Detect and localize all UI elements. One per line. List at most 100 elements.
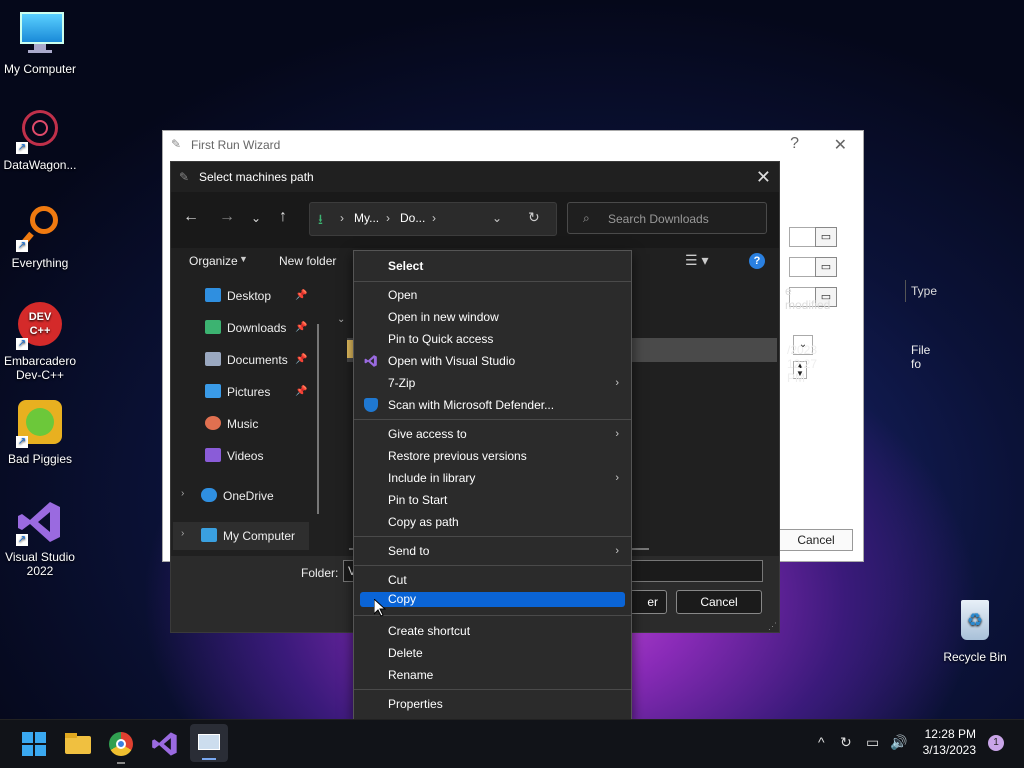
notification-badge[interactable]: 1 — [988, 735, 1004, 751]
file-explorer-icon[interactable] — [64, 730, 92, 758]
breadcrumb-downloads[interactable]: Do... — [400, 211, 425, 225]
cancel-button[interactable]: Cancel — [779, 529, 853, 551]
chevron-up-icon[interactable]: ^ — [818, 734, 825, 750]
menu-item-label: Create shortcut — [388, 624, 471, 638]
context-menu: Select Open Open in new window Pin to Qu… — [353, 250, 632, 721]
menu-item-7zip[interactable]: 7-Zip › — [354, 372, 631, 394]
pin-icon: 📌 — [295, 322, 308, 333]
breadcrumb-my-computer[interactable]: My... — [354, 211, 379, 225]
close-button[interactable]: ✕ — [834, 135, 847, 155]
desktop-icon-bad-piggies[interactable]: ↗ Bad Piggies — [0, 400, 80, 466]
chevron-right-icon: › — [615, 428, 619, 440]
visual-studio-icon[interactable] — [151, 730, 179, 758]
desktop-icon-label: Recycle Bin — [943, 650, 1007, 664]
refresh-icon[interactable]: ↻ — [528, 209, 540, 226]
pin-icon: 📌 — [295, 354, 308, 365]
menu-item-create-shortcut[interactable]: Create shortcut — [354, 620, 631, 642]
tree-item-documents[interactable]: Documents — [205, 352, 288, 367]
menu-separator — [354, 281, 631, 282]
volume-icon[interactable]: 🔊 — [890, 734, 907, 751]
start-button-windows-icon[interactable] — [20, 730, 48, 758]
menu-item-pin-quick-access[interactable]: Pin to Quick access — [354, 328, 631, 350]
menu-header-select[interactable]: Select — [354, 255, 631, 277]
downloads-icon: ⭳ — [318, 211, 323, 227]
menu-item-properties[interactable]: Properties — [354, 693, 631, 715]
tree-item-desktop[interactable]: Desktop — [205, 288, 271, 303]
menu-item-label: 7-Zip — [388, 376, 416, 390]
wand-icon: ✎ — [171, 137, 182, 151]
menu-item-label: Send to — [388, 544, 430, 558]
forward-arrow-icon[interactable]: → — [219, 208, 235, 226]
new-folder-button[interactable]: New folder — [279, 254, 336, 268]
menu-item-label: Open in new window — [388, 310, 499, 324]
chrome-icon[interactable] — [107, 730, 135, 764]
menu-item-copy-as-path[interactable]: Copy as path — [354, 511, 631, 533]
folder-browse-icon[interactable]: ▭ — [815, 227, 837, 247]
desktop-icon-devcpp[interactable]: DEV C++ ↗ Embarcadero Dev-C++ — [0, 302, 80, 382]
address-bar[interactable]: ⭳ › My... › Do... › ⌄ ↻ — [309, 202, 557, 236]
menu-item-open-new-window[interactable]: Open in new window — [354, 306, 631, 328]
view-options-icon[interactable]: ☰ ▾ — [685, 252, 708, 269]
help-button[interactable]: ? — [790, 135, 799, 153]
search-input[interactable]: Search Downloads — [567, 202, 767, 234]
documents-icon — [205, 352, 221, 366]
column-header-modified[interactable]: e modified — [785, 284, 830, 312]
desktop-icon-my-computer[interactable]: My Computer — [0, 10, 80, 76]
desktop-icon-label: DataWagon... — [3, 158, 77, 172]
desktop-icon-datawagon[interactable]: ↗ DataWagon... — [0, 106, 80, 172]
menu-item-include-library[interactable]: Include in library › — [354, 467, 631, 489]
organize-button[interactable]: Organize — [189, 254, 238, 268]
folder-browse-icon[interactable]: ▭ — [815, 257, 837, 277]
menu-item-copy[interactable]: Copy — [360, 592, 625, 607]
chevron-down-icon[interactable]: ⌄ — [492, 211, 502, 225]
navigation-bar: ← → ⌄ ↑ ⭳ › My... › Do... › ⌄ ↻ Search D… — [171, 192, 779, 248]
desktop-icon-visual-studio[interactable]: ↗ Visual Studio 2022 — [0, 498, 80, 578]
tree-scrollbar[interactable] — [317, 324, 319, 514]
menu-item-pin-start[interactable]: Pin to Start — [354, 489, 631, 511]
desktop-icon-label: Embarcadero Dev-C++ — [3, 354, 77, 382]
desktop-icon-everything[interactable]: ↗ Everything — [0, 204, 80, 270]
help-icon[interactable]: ? — [749, 253, 765, 269]
sync-icon[interactable]: ↻ — [840, 734, 852, 751]
network-icon[interactable]: ▭ — [866, 734, 879, 751]
tree-item-my-computer[interactable]: My Computer — [201, 528, 295, 543]
shield-icon — [364, 398, 378, 412]
back-arrow-icon[interactable]: ← — [183, 208, 199, 226]
desktop-icon-recycle-bin[interactable]: ♻ Recycle Bin — [935, 598, 1015, 664]
cancel-button[interactable]: Cancel — [676, 590, 762, 614]
column-header-type[interactable]: Type — [911, 284, 937, 298]
menu-item-open-visual-studio[interactable]: Open with Visual Studio — [354, 350, 631, 372]
tree-item-pictures[interactable]: Pictures — [205, 384, 270, 399]
window-title: First Run Wizard — [191, 138, 281, 152]
close-button[interactable]: ✕ — [756, 162, 771, 192]
menu-item-delete[interactable]: Delete — [354, 642, 631, 664]
menu-item-send-to[interactable]: Send to › — [354, 540, 631, 562]
app-window-icon[interactable] — [190, 724, 228, 762]
tree-item-downloads[interactable]: Downloads — [205, 320, 286, 335]
breadcrumb-sep: › — [340, 211, 344, 225]
menu-item-rename[interactable]: Rename — [354, 664, 631, 686]
tree-item-music[interactable]: Music — [205, 416, 258, 431]
menu-item-restore-versions[interactable]: Restore previous versions — [354, 445, 631, 467]
clock[interactable]: 12:28 PM 3/13/2023 — [923, 726, 976, 758]
tree-item-onedrive[interactable]: OneDrive — [201, 488, 274, 503]
monitor-icon — [16, 10, 64, 58]
menu-item-label: Scan with Microsoft Defender... — [388, 398, 555, 412]
menu-item-open[interactable]: Open — [354, 284, 631, 306]
mouse-cursor-icon — [374, 599, 386, 617]
chevron-down-icon[interactable]: ⌄ — [251, 211, 261, 225]
chevron-right-icon[interactable]: › — [181, 488, 184, 499]
menu-item-give-access[interactable]: Give access to › — [354, 423, 631, 445]
menu-item-label: Give access to — [388, 427, 467, 441]
tree-item-videos[interactable]: Videos — [205, 448, 263, 463]
menu-item-scan-defender[interactable]: Scan with Microsoft Defender... — [354, 394, 631, 416]
chevron-right-icon[interactable]: › — [181, 528, 184, 539]
menu-item-label: Pin to Start — [388, 493, 448, 507]
menu-item-cut[interactable]: Cut — [354, 569, 631, 591]
resize-grip-icon[interactable]: ⋰ — [768, 621, 777, 632]
monitor-icon — [201, 528, 217, 542]
group-collapse-icon[interactable]: ⌄ — [337, 314, 345, 325]
column-divider — [905, 280, 906, 302]
menu-item-label: Open with Visual Studio — [388, 354, 516, 368]
up-arrow-icon[interactable]: ↑ — [279, 208, 287, 226]
